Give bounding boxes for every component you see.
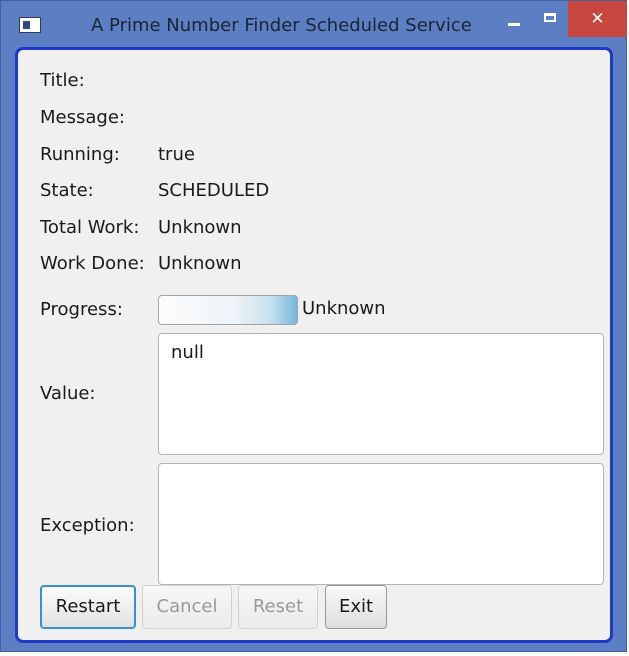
work-done-value: Unknown — [158, 253, 242, 274]
state-label: State: — [40, 180, 94, 201]
exception-textarea[interactable] — [158, 463, 604, 585]
exception-label: Exception: — [40, 515, 135, 536]
close-button[interactable]: ✕ — [568, 1, 627, 37]
running-value: true — [158, 144, 195, 165]
value-textarea[interactable]: null — [158, 333, 604, 455]
message-label: Message: — [40, 107, 125, 128]
app-icon — [19, 17, 41, 33]
progress-bar — [158, 295, 298, 325]
total-work-label: Total Work: — [40, 217, 140, 238]
exit-button[interactable]: Exit — [325, 585, 387, 629]
work-done-label: Work Done: — [40, 253, 145, 274]
cancel-button[interactable]: Cancel — [142, 585, 232, 629]
value-label: Value: — [40, 383, 96, 404]
title-label: Title: — [40, 70, 85, 91]
minimize-button[interactable] — [494, 1, 534, 37]
window-title: A Prime Number Finder Scheduled Service — [91, 15, 472, 36]
title-bar[interactable]: A Prime Number Finder Scheduled Service … — [1, 1, 627, 47]
app-window: A Prime Number Finder Scheduled Service … — [0, 0, 627, 652]
restart-button[interactable]: Restart — [40, 585, 136, 629]
reset-button[interactable]: Reset — [238, 585, 318, 629]
state-value: SCHEDULED — [158, 180, 270, 201]
running-label: Running: — [40, 144, 120, 165]
total-work-value: Unknown — [158, 217, 242, 238]
progress-label: Progress: — [40, 299, 123, 320]
content-panel: Title: Message: Running: true State: SCH… — [15, 47, 613, 643]
progress-text: Unknown — [302, 298, 386, 319]
close-icon: ✕ — [590, 9, 605, 29]
maximize-button[interactable] — [535, 1, 567, 37]
